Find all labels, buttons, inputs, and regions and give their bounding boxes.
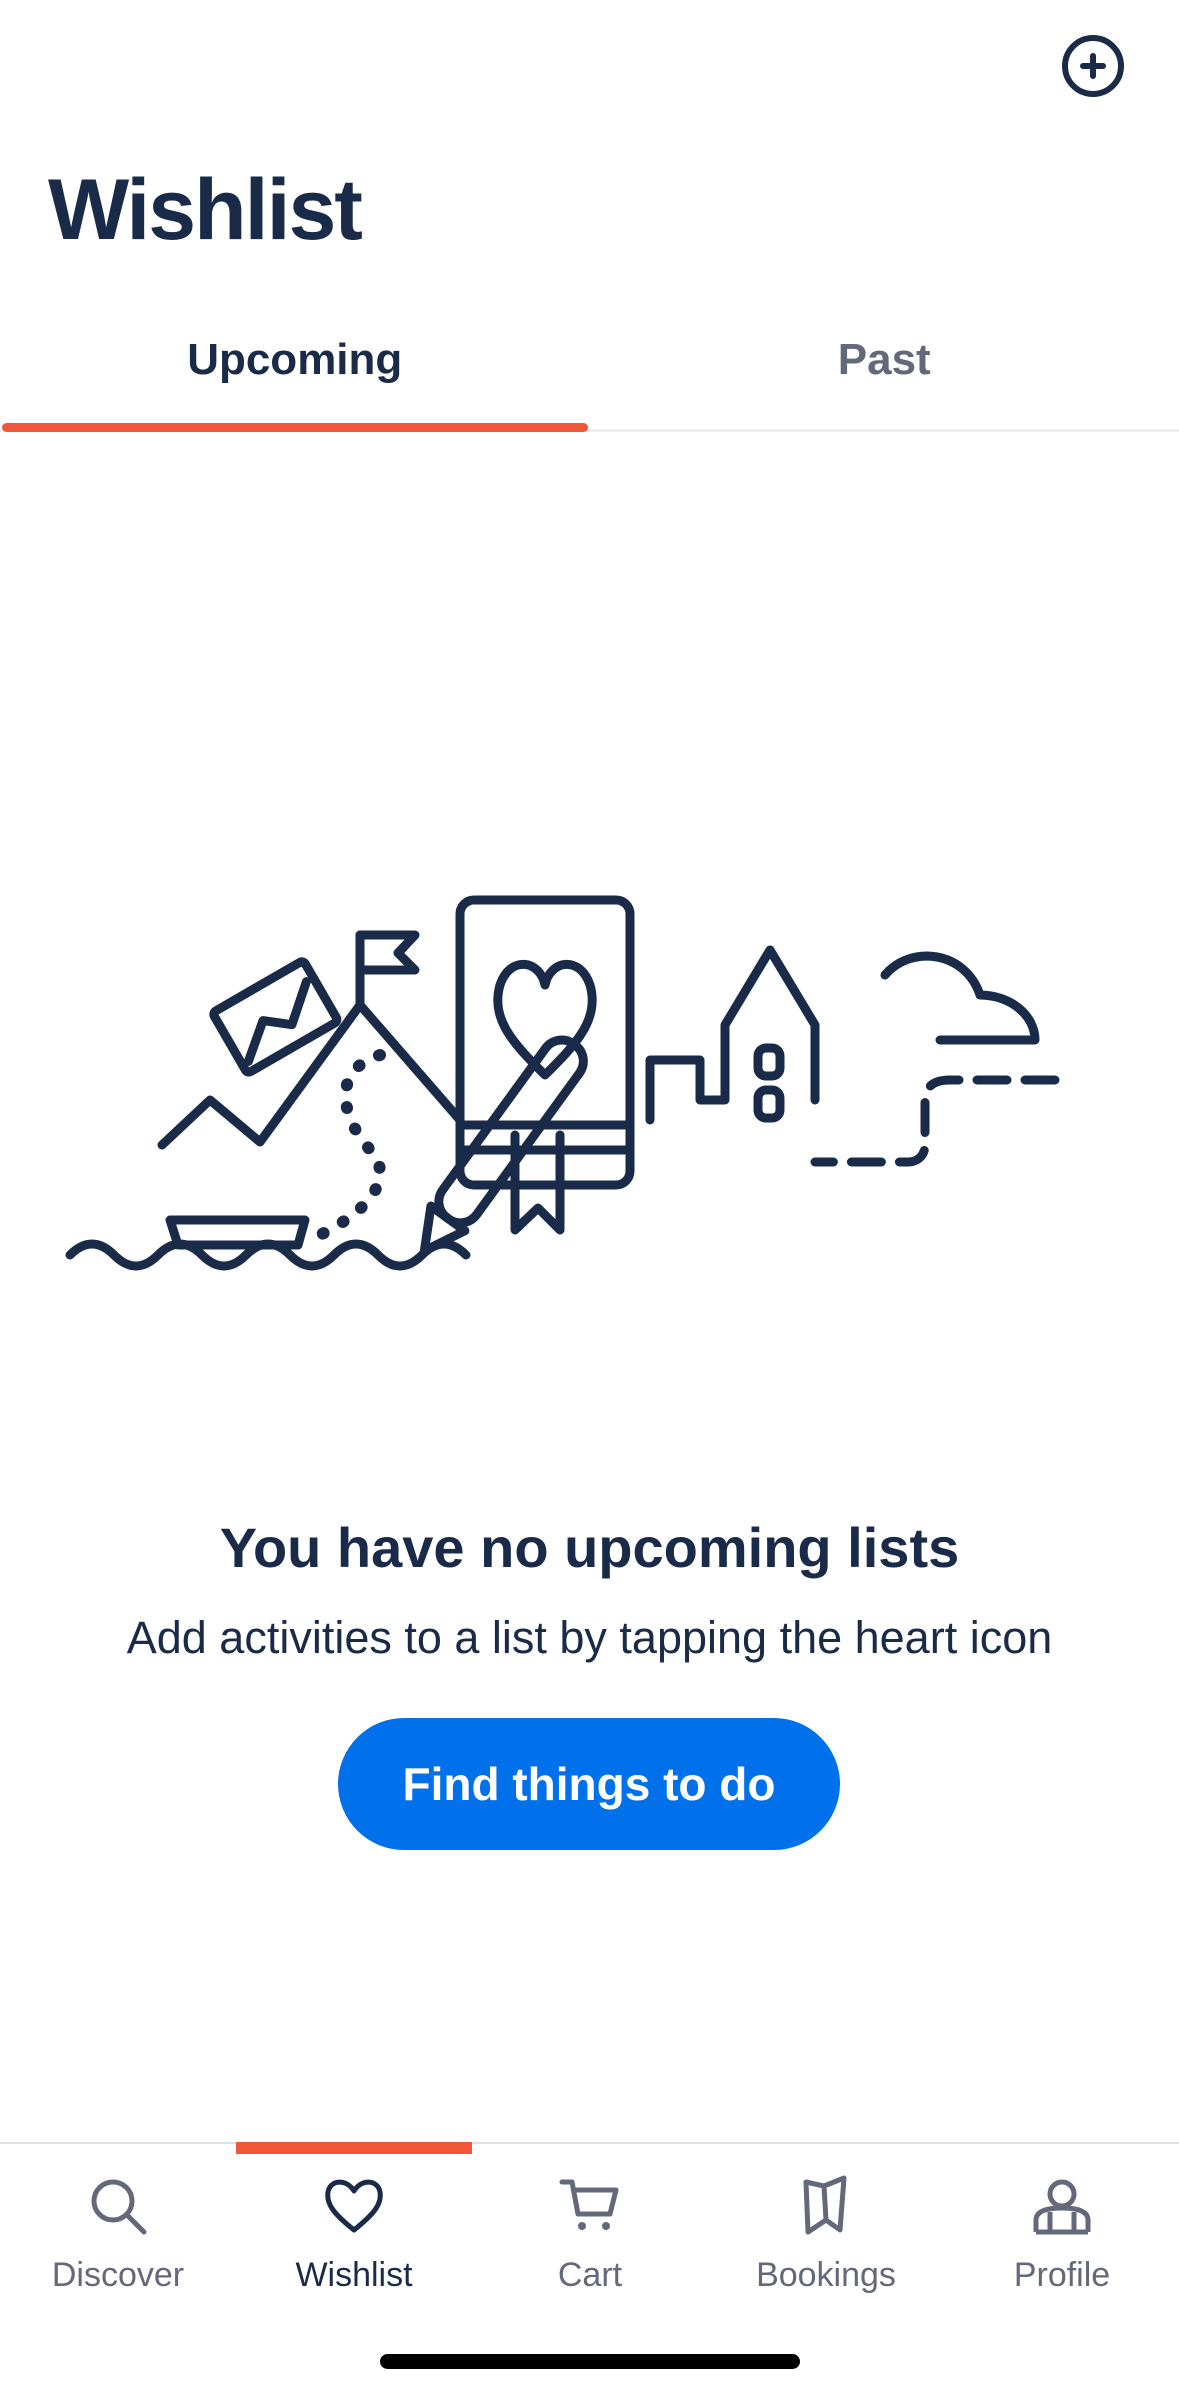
nav-profile[interactable]: Profile bbox=[944, 2144, 1179, 2324]
nav-label-bookings: Bookings bbox=[756, 2256, 896, 2294]
tab-upcoming[interactable]: Upcoming bbox=[0, 320, 590, 432]
nav-label-profile: Profile bbox=[1013, 2256, 1111, 2294]
cart-icon bbox=[559, 2179, 619, 2230]
search-icon bbox=[91, 2179, 147, 2235]
mountain-shape bbox=[157, 1000, 465, 1150]
tab-bar: Upcoming Past bbox=[0, 320, 1179, 432]
nav-discover[interactable]: Discover bbox=[0, 2144, 236, 2324]
tab-past[interactable]: Past bbox=[590, 320, 1179, 429]
building-skyline bbox=[645, 945, 820, 1125]
nav-wishlist[interactable]: Wishlist bbox=[236, 2144, 472, 2324]
tower-window-bottom bbox=[753, 1085, 785, 1123]
wishlist-empty-illustration bbox=[65, 895, 1060, 1271]
flag bbox=[355, 930, 420, 975]
nav-label-discover: Discover bbox=[51, 2256, 185, 2294]
tower-window-top bbox=[753, 1043, 785, 1081]
heart-icon bbox=[325, 2179, 383, 2233]
dashed-path bbox=[810, 1075, 1060, 1167]
nav-bookings[interactable]: Bookings bbox=[708, 2144, 944, 2324]
nav-cart[interactable]: Cart bbox=[472, 2144, 708, 2324]
find-things-button[interactable]: Find things to do bbox=[338, 1718, 840, 1850]
add-list-button[interactable] bbox=[1062, 35, 1124, 97]
tab-upcoming-label: Upcoming bbox=[187, 335, 403, 384]
home-indicator bbox=[380, 2354, 800, 2369]
empty-state-title: You have no upcoming lists bbox=[219, 1516, 960, 1579]
dotted-trail bbox=[314, 1049, 386, 1241]
heart-icon bbox=[493, 959, 597, 1080]
profile-icon bbox=[1033, 2179, 1091, 2235]
tab-past-label: Past bbox=[837, 335, 931, 384]
nav-label-wishlist: Wishlist bbox=[295, 2256, 413, 2294]
page-title: Wishlist bbox=[48, 162, 363, 258]
bookmark-icon bbox=[803, 2175, 847, 2235]
empty-state-subtitle: Add activities to a list by tapping the … bbox=[126, 1612, 1053, 1663]
nav-label-cart: Cart bbox=[557, 2256, 623, 2294]
cloud-icon bbox=[880, 951, 1040, 1045]
boat bbox=[165, 1215, 310, 1250]
active-tab-indicator bbox=[2, 423, 588, 432]
